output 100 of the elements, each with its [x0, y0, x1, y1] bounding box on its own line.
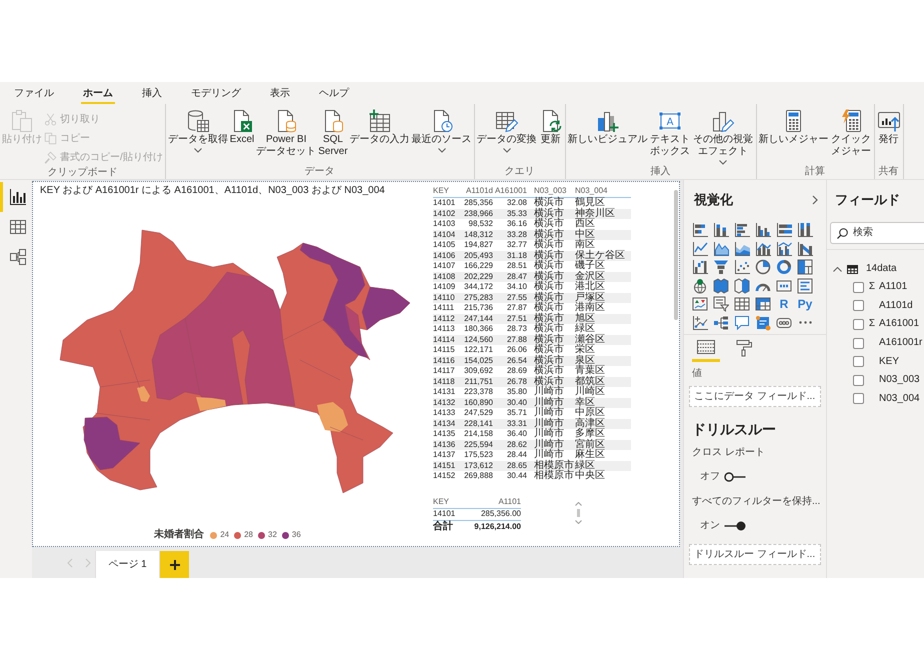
clustered-bar-chart-icon[interactable]: [734, 222, 750, 238]
checkbox[interactable]: [853, 374, 864, 386]
transform-data-button[interactable]: データの変換: [476, 109, 537, 153]
checkbox[interactable]: [853, 282, 864, 293]
line-clustered-column-chart-icon[interactable]: [776, 240, 792, 256]
ribbon-group-label: データ: [304, 166, 336, 179]
scroll-up-icon[interactable]: [575, 502, 582, 506]
chevron-up-icon[interactable]: [833, 266, 842, 272]
dot-line-chart-icon[interactable]: [692, 314, 708, 330]
more-visuals-button[interactable]: その他の視覚エフェクト: [692, 109, 754, 165]
text-card-icon[interactable]: [755, 314, 771, 330]
get-data-button[interactable]: データを取得: [168, 109, 228, 153]
table-cell-text: 214,158: [463, 430, 493, 438]
waterfall-chart-icon[interactable]: [692, 259, 708, 275]
donut-chart-icon[interactable]: [776, 259, 792, 275]
table-cell-text: 泉区: [575, 356, 596, 366]
clustered-column-chart-icon[interactable]: [755, 222, 771, 238]
field-name[interactable]: KEY: [879, 356, 900, 368]
add-page-button[interactable]: [160, 551, 189, 578]
kpi-icon[interactable]: [692, 296, 708, 312]
field-name[interactable]: N03_004: [879, 392, 920, 405]
shape-map-icon[interactable]: [734, 278, 750, 294]
field-name[interactable]: A161001: [879, 318, 920, 330]
field-name[interactable]: N03_003: [879, 374, 920, 386]
stacked-column-chart-icon[interactable]: [713, 222, 729, 238]
scrollbar-thumb[interactable]: [577, 508, 580, 516]
menu-tab[interactable]: ホーム: [81, 82, 115, 104]
column-header[interactable]: N03_003: [529, 184, 575, 196]
filled-map-icon[interactable]: [713, 278, 729, 294]
line-chart-icon[interactable]: [692, 240, 708, 256]
table-cell-text: 相模原市: [533, 460, 575, 471]
menu-tab[interactable]: 表示: [268, 82, 292, 104]
scrollbar-thumb[interactable]: [674, 190, 678, 320]
matrix-icon[interactable]: [755, 296, 771, 312]
globe-pin-icon[interactable]: [692, 278, 708, 294]
treemap-icon[interactable]: [797, 259, 813, 275]
refresh-button[interactable]: 更新: [538, 109, 563, 146]
column-header[interactable]: A1101d: [459, 184, 493, 196]
column-header[interactable]: N03_004: [575, 184, 631, 196]
checkbox[interactable]: [853, 356, 864, 368]
table-cell-text: 川崎市: [533, 418, 565, 429]
menu-tab[interactable]: モデリング: [189, 82, 243, 104]
table-icon: [847, 264, 858, 274]
funnel-icon[interactable]: [713, 259, 729, 275]
checkbox[interactable]: [853, 338, 864, 349]
search-field[interactable]: 検索: [830, 222, 924, 244]
values-drop-field[interactable]: ここにデータ フィールド...: [689, 386, 821, 406]
column-header[interactable]: A161001: [493, 184, 529, 196]
publish-button[interactable]: 発行: [876, 109, 901, 146]
column-header[interactable]: KEY: [433, 496, 459, 508]
new-visual-button[interactable]: 新しいビジュアル: [568, 109, 648, 146]
toggle-switch[interactable]: [724, 472, 746, 482]
chevron-right-icon[interactable]: [812, 195, 818, 205]
checkbox[interactable]: [853, 300, 864, 312]
new-measure-button[interactable]: 新しいメジャー: [758, 109, 829, 146]
ribbon-chart-icon[interactable]: [797, 240, 813, 256]
field-name[interactable]: A1101: [879, 281, 908, 294]
sql-server-button[interactable]: SQL Server: [318, 109, 348, 158]
table-icon[interactable]: [734, 296, 750, 312]
scatter-chart-icon[interactable]: [734, 259, 750, 275]
menu-tab[interactable]: ヘルプ: [317, 82, 351, 104]
table-name[interactable]: 14data: [866, 263, 897, 275]
multi-row-card-icon[interactable]: [797, 278, 813, 294]
slicer-icon[interactable]: [713, 296, 729, 312]
column-header[interactable]: KEY: [433, 184, 459, 196]
percent-column-chart-icon[interactable]: [797, 222, 813, 238]
stacked-bar-chart-icon[interactable]: [692, 222, 708, 238]
scroll-down-icon[interactable]: [575, 520, 582, 524]
drillthrough-drop-field[interactable]: ドリルスルー フィールド...: [689, 544, 821, 564]
speech-bubble-icon[interactable]: [734, 314, 750, 330]
python-visual-button[interactable]: Py: [797, 296, 813, 312]
menu-tab[interactable]: ファイル: [12, 82, 56, 104]
quick-measure-button[interactable]: クイックメジャー: [830, 109, 872, 158]
column-header[interactable]: A1101: [459, 496, 521, 508]
enter-data-button[interactable]: データの入力: [350, 109, 410, 146]
table-cell-text: 横浜市: [533, 198, 565, 208]
table-cell-text: 磯子区: [575, 261, 606, 272]
page-tab[interactable]: ページ 1: [95, 551, 160, 578]
r-visual-button[interactable]: R: [776, 296, 792, 312]
card-icon[interactable]: [776, 278, 792, 294]
pie-chart-icon[interactable]: [755, 259, 771, 275]
checkbox[interactable]: [853, 393, 864, 404]
recent-sources-button[interactable]: 最近のソース: [412, 109, 472, 153]
fields-tab[interactable]: [692, 338, 720, 362]
tree-diagram-icon[interactable]: [713, 314, 729, 330]
percent-bar-chart-icon[interactable]: [776, 222, 792, 238]
table-cell-text: 28.65: [506, 462, 528, 470]
ribbon-group-label: 共有: [878, 166, 900, 179]
field-name[interactable]: A1101d: [879, 300, 913, 312]
field-name[interactable]: A161001r: [879, 337, 922, 350]
menu-tab[interactable]: 挿入: [140, 82, 164, 104]
area-chart-icon[interactable]: [713, 240, 729, 256]
text-box-button[interactable]: A テキストボックス: [650, 109, 691, 158]
more-icon[interactable]: [798, 321, 812, 324]
checkbox[interactable]: [853, 318, 864, 330]
dataset-button[interactable]: Power BI データセット: [256, 109, 316, 158]
line-column-chart-icon[interactable]: [755, 240, 771, 256]
stacked-area-chart-icon[interactable]: [734, 240, 750, 256]
toggle-switch[interactable]: [724, 520, 746, 530]
excel-button[interactable]: Excel: [230, 109, 254, 146]
